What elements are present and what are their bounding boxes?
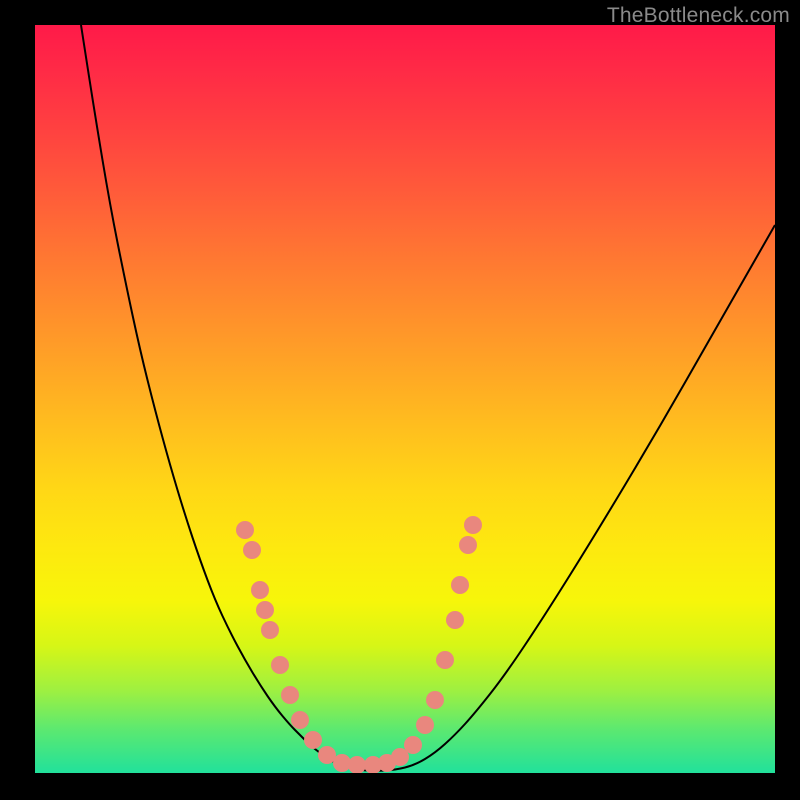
watermark-text: TheBottleneck.com bbox=[607, 4, 790, 28]
data-marker bbox=[464, 516, 482, 534]
data-marker bbox=[271, 656, 289, 674]
data-marker bbox=[446, 611, 464, 629]
data-marker bbox=[291, 711, 309, 729]
data-marker bbox=[281, 686, 299, 704]
data-marker bbox=[304, 731, 322, 749]
data-marker bbox=[261, 621, 279, 639]
data-marker bbox=[436, 651, 454, 669]
data-marker bbox=[451, 576, 469, 594]
chart-frame: TheBottleneck.com bbox=[0, 0, 800, 800]
data-marker bbox=[251, 581, 269, 599]
data-marker bbox=[426, 691, 444, 709]
data-markers bbox=[236, 516, 482, 773]
gradient-plot-area bbox=[35, 25, 775, 773]
data-marker bbox=[391, 748, 409, 766]
data-marker bbox=[364, 756, 382, 773]
bottleneck-curve bbox=[35, 25, 775, 773]
data-marker bbox=[459, 536, 477, 554]
data-marker bbox=[236, 521, 254, 539]
data-marker bbox=[404, 736, 422, 754]
data-marker bbox=[318, 746, 336, 764]
data-marker bbox=[333, 754, 351, 772]
data-marker bbox=[416, 716, 434, 734]
data-marker bbox=[348, 756, 366, 773]
data-marker bbox=[378, 754, 396, 772]
curve-line bbox=[81, 25, 775, 771]
data-marker bbox=[256, 601, 274, 619]
data-marker bbox=[243, 541, 261, 559]
